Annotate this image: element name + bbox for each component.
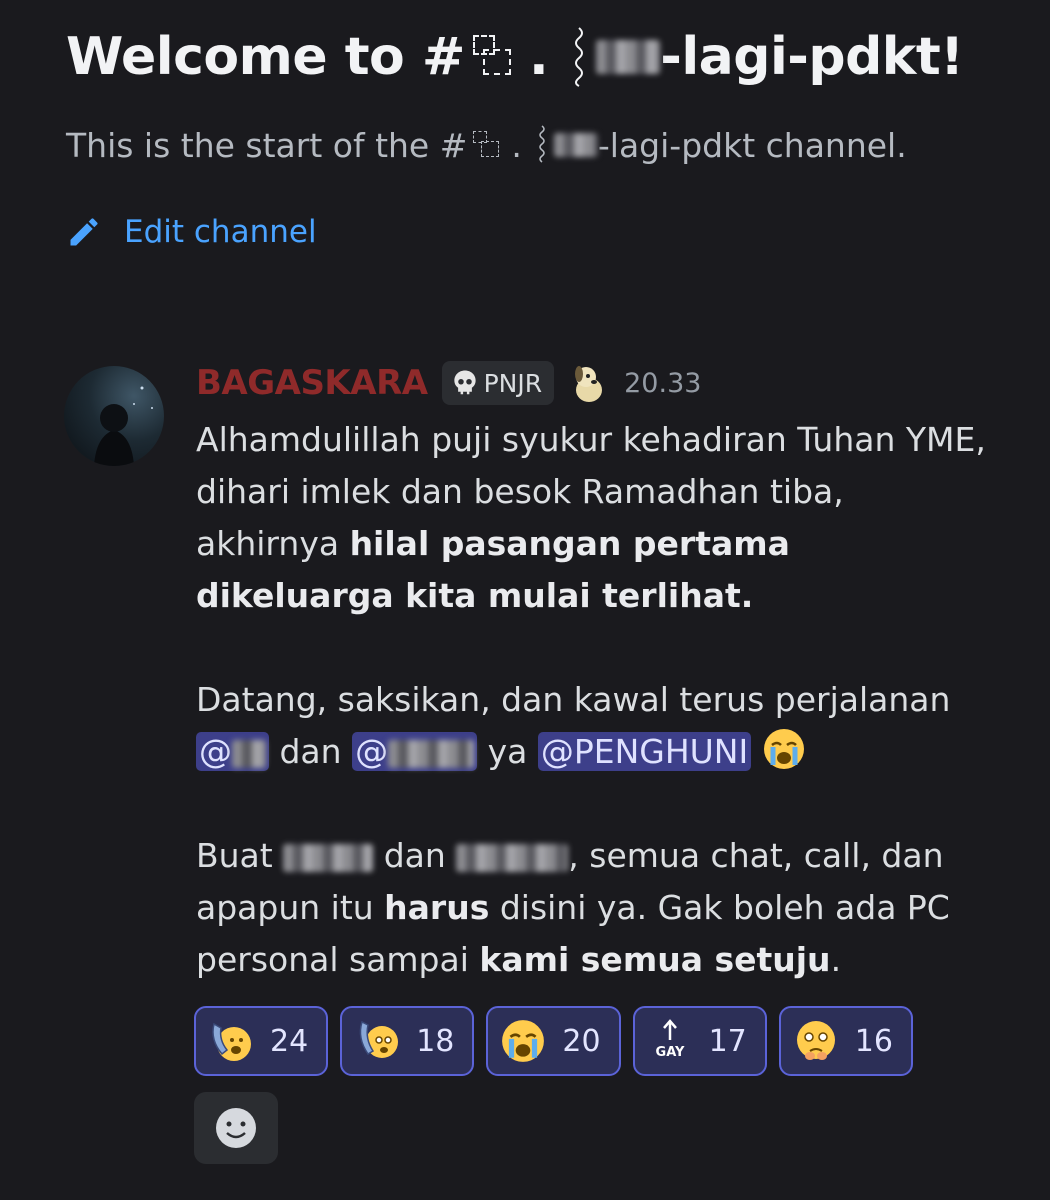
redacted-name (456, 843, 569, 872)
role-tag-label: PNJR (483, 368, 543, 398)
message-paragraph-2: Datang, saksikan, dan kawal terus perjal… (196, 674, 996, 778)
paragraph-text: dan (383, 836, 457, 875)
skull-icon (453, 370, 476, 395)
role-mention[interactable]: @PENGHUNI (537, 732, 752, 771)
reaction-count: 24 (270, 1023, 309, 1059)
paragraph-text: Buat (196, 836, 284, 875)
paragraph-text: ya (477, 732, 538, 771)
message-paragraph-3: Buat dan , semua chat, call, dan apapun … (196, 830, 996, 986)
bold-text: harus (384, 888, 490, 927)
svg-text:GAY: GAY (655, 1045, 684, 1060)
redacted-name (596, 40, 661, 74)
username[interactable]: BAGASKARA (196, 363, 428, 403)
message-paragraph-1: Alhamdulillah puji syukur kehadiran Tuha… (196, 414, 996, 622)
edit-channel-button[interactable]: Edit channel (66, 214, 317, 250)
smiley-icon (216, 1108, 256, 1148)
channel-dot: . (511, 125, 522, 165)
user-mention[interactable]: @ (352, 732, 478, 771)
add-reaction-button[interactable] (194, 1092, 278, 1164)
channel-start-text: This is the start of the # . -lagi-pdkt … (66, 125, 907, 165)
reaction-count: 17 (708, 1023, 747, 1059)
reaction-gay-arrow[interactable]: GAY 17 (632, 1006, 767, 1076)
reaction-count: 16 (854, 1023, 893, 1059)
reaction-holding-back-tears[interactable]: 16 (778, 1006, 913, 1076)
reaction-loudly-crying[interactable]: 20 (486, 1006, 621, 1076)
timestamp: 20.33 (624, 367, 702, 399)
phone-call-emoji-icon (212, 1022, 251, 1061)
pencil-icon (70, 218, 98, 246)
phone-call-emoji-icon (359, 1020, 399, 1058)
message-content: Alhamdulillah puji syukur kehadiran Tuha… (196, 414, 996, 986)
paragraph-text: . (830, 940, 842, 979)
redacted-name (553, 133, 598, 157)
message-header: BAGASKARA PNJR 20.33 (196, 360, 701, 406)
loudly-crying-face-icon (502, 1020, 545, 1062)
user-mention[interactable]: @ (196, 732, 269, 771)
reaction-count: 18 (416, 1023, 455, 1059)
chat-view: Welcome to # . -lagi-pdkt! This is the s… (0, 0, 1050, 1200)
reaction-count: 20 (562, 1023, 601, 1059)
welcome-suffix: -lagi-pdkt! (660, 27, 964, 87)
avatar-image (94, 386, 153, 466)
role-tag[interactable]: PNJR (441, 361, 555, 405)
sub-prefix: This is the start of the # (66, 125, 468, 165)
loudly-crying-face-icon (763, 729, 804, 769)
reactions-bar: 24 18 20 GAY 17 16 (194, 1006, 925, 1076)
gay-arrow-icon: GAY (655, 1019, 685, 1060)
dog-emoji-icon (575, 366, 603, 402)
reaction-phone-call[interactable]: 24 (194, 1006, 329, 1076)
bold-text: kami semua setuju (479, 940, 831, 979)
mention-at: @ (355, 732, 389, 771)
squiggle-icon (539, 125, 545, 163)
channel-dot: . (528, 27, 549, 87)
paragraph-text: Datang, saksikan, dan kawal terus perjal… (196, 680, 951, 719)
channel-glyph-icon (469, 127, 503, 163)
redacted-name (283, 843, 374, 872)
face-holding-back-tears-icon (796, 1021, 835, 1060)
reaction-phone-call-2[interactable]: 18 (340, 1006, 475, 1076)
edit-channel-label: Edit channel (124, 214, 317, 250)
squiggle-icon (575, 27, 584, 87)
welcome-prefix: Welcome to # (66, 27, 465, 87)
avatar[interactable] (64, 366, 164, 466)
mention-at: @ (199, 732, 232, 771)
channel-glyph-icon (467, 29, 515, 85)
redacted-name (232, 739, 266, 768)
channel-welcome-title: Welcome to # . -lagi-pdkt! (66, 26, 964, 88)
redacted-name (388, 739, 475, 768)
sub-suffix: -lagi-pdkt channel. (597, 125, 907, 165)
paragraph-text: dan (269, 732, 353, 771)
